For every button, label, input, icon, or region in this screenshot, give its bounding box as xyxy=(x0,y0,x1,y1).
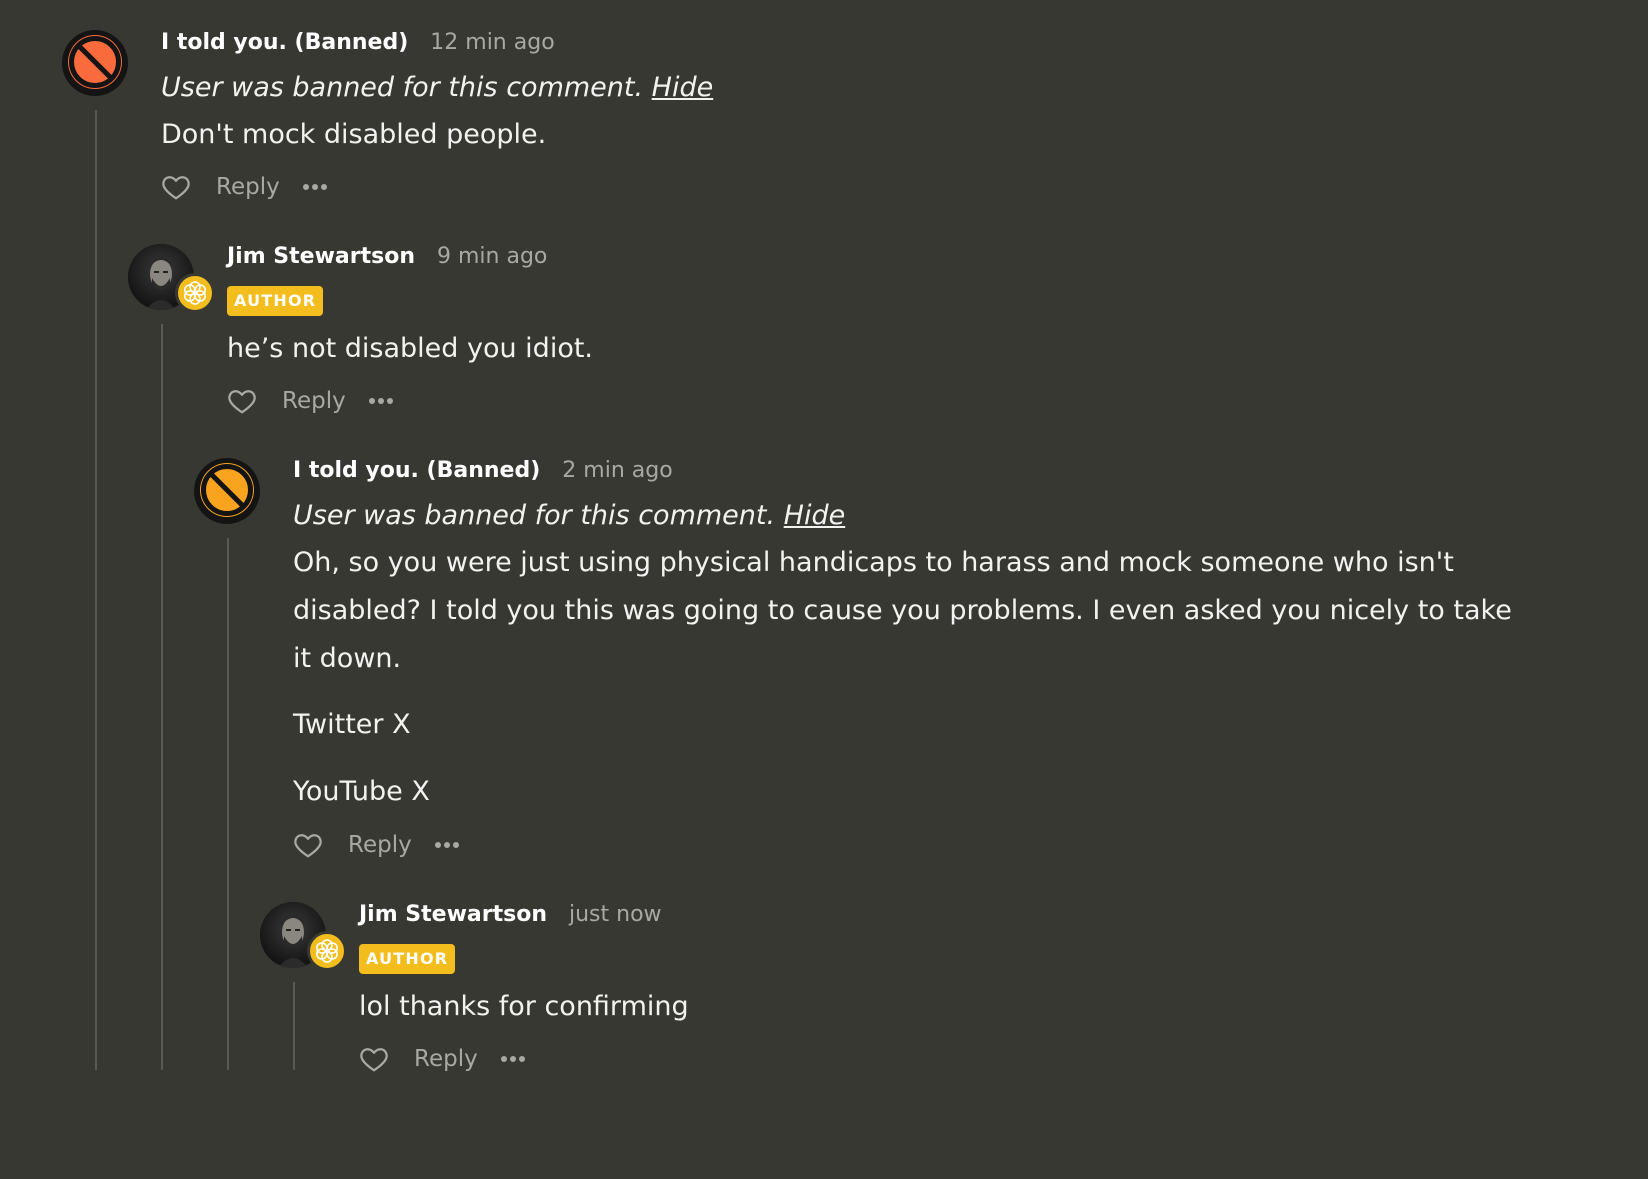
timestamp[interactable]: just now xyxy=(569,902,662,927)
heart-icon[interactable] xyxy=(293,830,323,860)
comment-paragraph: Oh, so you were just using physical hand… xyxy=(293,547,1512,674)
author-name[interactable]: I told you. (Banned) xyxy=(293,458,540,483)
ban-notice: User was banned for this comment. Hide xyxy=(293,500,845,531)
thread-line xyxy=(293,982,295,1070)
subscriber-badge-icon xyxy=(307,931,347,971)
heart-icon[interactable] xyxy=(161,172,191,202)
hide-link[interactable]: Hide xyxy=(652,72,714,103)
ban-icon xyxy=(69,36,121,88)
heart-icon[interactable] xyxy=(359,1044,389,1074)
avatar[interactable] xyxy=(194,458,260,524)
comment-body: Twitter X xyxy=(293,701,1533,749)
comment-actions: Reply xyxy=(161,172,328,202)
author-name[interactable]: Jim Stewartson xyxy=(227,244,415,269)
subscriber-badge-icon xyxy=(175,273,215,313)
reply-button[interactable]: Reply xyxy=(414,1046,478,1072)
ban-notice-text: User was banned for this comment. xyxy=(161,72,644,103)
thread-line xyxy=(95,110,97,1070)
comment-header: Jim Stewartson just now xyxy=(359,902,662,927)
author-name[interactable]: I told you. (Banned) xyxy=(161,30,408,55)
youtube-link[interactable]: YouTube X xyxy=(293,768,1533,816)
comment-header: I told you. (Banned) 12 min ago xyxy=(161,30,555,55)
comment-paragraph: Don't mock disabled people. xyxy=(161,119,547,150)
ban-notice: User was banned for this comment. Hide xyxy=(161,72,713,103)
reply-button[interactable]: Reply xyxy=(216,174,280,200)
comment-thread: I told you. (Banned) 12 min ago User was… xyxy=(0,0,1648,1179)
more-options-icon[interactable] xyxy=(302,183,328,191)
heart-icon[interactable] xyxy=(227,386,257,416)
comment-actions: Reply xyxy=(227,386,394,416)
comment-body: YouTube X xyxy=(293,768,1533,816)
thread-line xyxy=(161,324,163,1070)
more-options-icon[interactable] xyxy=(368,397,394,405)
comment-header: I told you. (Banned) 2 min ago xyxy=(293,458,673,483)
author-badge: AUTHOR xyxy=(359,944,456,974)
thread-line xyxy=(227,538,229,1070)
comment-body: lol thanks for confirming xyxy=(359,983,1559,1031)
timestamp[interactable]: 9 min ago xyxy=(437,244,547,269)
timestamp[interactable]: 12 min ago xyxy=(430,30,554,55)
comment-body: he’s not disabled you idiot. xyxy=(227,325,1527,373)
comment-header: Jim Stewartson 9 min ago xyxy=(227,244,547,269)
twitter-link[interactable]: Twitter X xyxy=(293,701,1533,749)
reply-button[interactable]: Reply xyxy=(282,388,346,414)
ban-notice-text: User was banned for this comment. xyxy=(293,500,776,531)
ban-icon xyxy=(201,464,253,516)
timestamp[interactable]: 2 min ago xyxy=(562,458,672,483)
comment-paragraph: lol thanks for confirming xyxy=(359,991,689,1022)
reply-button[interactable]: Reply xyxy=(348,832,412,858)
author-name[interactable]: Jim Stewartson xyxy=(359,902,547,927)
avatar[interactable] xyxy=(62,30,128,96)
more-options-icon[interactable] xyxy=(500,1055,526,1063)
more-options-icon[interactable] xyxy=(434,841,460,849)
author-badge: AUTHOR xyxy=(227,286,324,316)
hide-link[interactable]: Hide xyxy=(784,500,846,531)
comment-body: Don't mock disabled people. xyxy=(161,111,1521,159)
comment-actions: Reply xyxy=(293,830,460,860)
comment-body: Oh, so you were just using physical hand… xyxy=(293,539,1533,683)
comment-paragraph: he’s not disabled you idiot. xyxy=(227,333,594,364)
comment-actions: Reply xyxy=(359,1044,526,1074)
